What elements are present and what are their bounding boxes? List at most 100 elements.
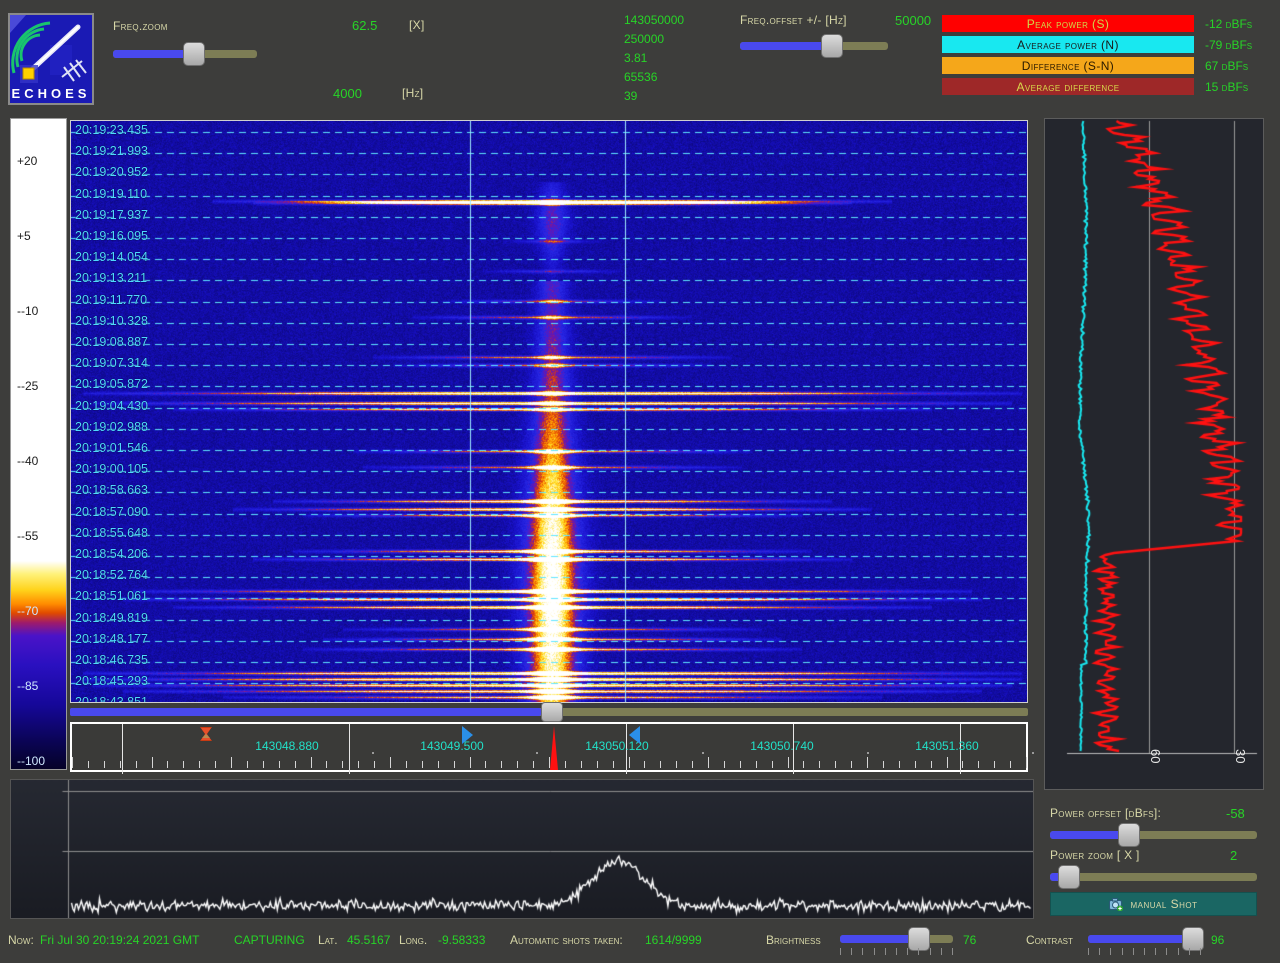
ruler-gridline — [349, 724, 350, 774]
waterfall-timestamp: 20:19:20.952 — [75, 165, 148, 179]
waterfall-slider-knob[interactable] — [541, 702, 563, 722]
ruler-tick — [676, 761, 677, 768]
spectrum-canvas — [11, 780, 1033, 918]
app-logo: ECHOES — [8, 13, 94, 105]
freq-zoom-value: 62.5 — [352, 18, 377, 33]
logo-label: ECHOES — [10, 86, 92, 101]
color-scale-tick: +20 — [17, 154, 37, 168]
waterfall-timestamp: 20:19:13.211 — [75, 271, 147, 285]
status-lat-value: 45.5167 — [347, 933, 390, 947]
power-offset-slider[interactable] — [1050, 831, 1257, 839]
ruler-frequency-label: 143051.360 — [915, 739, 978, 753]
freq-zoom-slider-knob[interactable] — [183, 42, 205, 66]
power-profile-canvas — [1045, 119, 1263, 789]
ruler-tick — [326, 761, 327, 768]
waterfall-timestamp: 20:18:43.851 — [75, 695, 148, 703]
ruler-tick — [835, 761, 836, 768]
ruler-tick — [931, 761, 932, 768]
ruler-tick — [152, 757, 153, 768]
slider-tick — [907, 948, 908, 955]
slider-tick — [1189, 948, 1190, 955]
contrast-slider-fill — [1088, 935, 1193, 943]
slider-tick — [1088, 948, 1089, 955]
freq-range-left-marker[interactable] — [462, 726, 473, 744]
power-zoom-slider[interactable] — [1050, 873, 1257, 881]
freq-zoom-slider-fill — [113, 50, 194, 58]
freq-zoom-slider[interactable] — [113, 50, 257, 58]
ruler-tick — [136, 761, 137, 768]
status-long-value: -9.58333 — [438, 933, 485, 947]
ruler-tick — [374, 761, 375, 768]
tuned-frequency-cursor[interactable] — [550, 726, 558, 770]
slider-tick — [1178, 948, 1179, 955]
power-offset-slider-knob[interactable] — [1118, 823, 1140, 847]
contrast-slider[interactable] — [1088, 935, 1201, 943]
ruler-frequency-label: 143049.500 — [420, 739, 483, 753]
ruler-tick — [215, 761, 216, 768]
waterfall-display[interactable]: 20:19:23.43520:19:21.99320:19:20.95220:1… — [70, 120, 1028, 703]
ruler-tick — [438, 761, 439, 768]
freq-offset-value: 50000 — [895, 13, 931, 28]
ruler-tick — [311, 757, 312, 768]
ruler-tick — [120, 761, 121, 768]
waterfall-position-slider[interactable] — [70, 708, 1028, 716]
power-offset-label: Power offset [dBfs]: — [1050, 806, 1161, 820]
status-state: CAPTURING — [234, 933, 305, 947]
freq-range-right-marker[interactable] — [629, 726, 640, 744]
ruler-tick — [772, 761, 773, 768]
ruler-tick — [454, 761, 455, 768]
waterfall-timestamp: 20:18:51.061 — [75, 589, 148, 603]
ruler-tick — [740, 761, 741, 768]
ruler-dot — [372, 752, 374, 754]
power-offset-slider-fill — [1050, 831, 1129, 839]
status-lat-label: Lat. — [318, 933, 338, 947]
ruler-dot — [867, 752, 869, 754]
freq-zoom-hz-value: 4000 — [333, 86, 362, 101]
waterfall-timestamp: 20:18:45.293 — [75, 674, 148, 688]
freq-offset-slider-knob[interactable] — [821, 34, 843, 58]
param-value: 65536 — [624, 70, 657, 84]
ruler-frequency-label: 143048.880 — [255, 739, 318, 753]
echoes-main-window: ECHOES Freq.zoom 62.5 [X] 4000 [Hz] Cent… — [0, 0, 1280, 963]
waterfall-timestamp: 20:19:00.105 — [75, 462, 148, 476]
slider-tick — [1200, 948, 1201, 955]
ruler-tick — [851, 761, 852, 768]
color-scale-tick: +5 — [17, 229, 31, 243]
freq-offset-slider[interactable] — [740, 42, 888, 50]
color-scale-tick: --10 — [17, 304, 38, 318]
power-zoom-label: Power zoom [ X ] — [1050, 848, 1140, 862]
freq-zoom-label: Freq.zoom — [113, 19, 168, 33]
power-zoom-slider-knob[interactable] — [1058, 865, 1080, 889]
ruler-tick — [342, 761, 343, 768]
power-profile-xlabel-30: 30 — [1233, 749, 1248, 763]
waterfall-canvas[interactable] — [71, 121, 1027, 702]
waterfall-timestamp: 20:18:48.177 — [75, 632, 148, 646]
ruler-tick — [788, 757, 789, 768]
slider-tick — [1110, 948, 1111, 955]
ruler-tick — [613, 761, 614, 768]
slider-tick — [851, 948, 852, 955]
waterfall-timestamp: 20:18:54.206 — [75, 547, 148, 561]
slider-tick — [941, 948, 942, 955]
manual-shot-button[interactable]: manual Shot — [1050, 892, 1257, 916]
color-scale-tick: --85 — [17, 679, 38, 693]
color-scale-tick: --40 — [17, 454, 38, 468]
status-now-label: Now: — [8, 933, 34, 947]
waterfall-timestamp: 20:19:10.328 — [75, 314, 148, 328]
waterfall-timestamp: 20:18:49.819 — [75, 611, 148, 625]
power-bar-value: 15 dBFs — [1205, 80, 1275, 94]
slider-tick — [1133, 948, 1134, 955]
spectrum-plot: -30 -60 — [10, 779, 1034, 919]
ruler-tick — [962, 761, 963, 768]
brightness-ticks — [840, 948, 953, 955]
brightness-slider[interactable] — [840, 935, 953, 943]
ruler-gridline — [122, 724, 123, 774]
param-value: 3.81 — [624, 51, 647, 65]
frequency-ruler[interactable]: 143048.880143049.500143050.120143050.740… — [70, 722, 1028, 772]
waterfall-timestamp: 20:19:07.314 — [75, 356, 148, 370]
hourglass-icon — [199, 726, 213, 742]
param-value: 250000 — [624, 32, 664, 46]
color-scale-legend: +20+5--10--25--40--55--70--85--100 — [10, 118, 67, 770]
waterfall-timestamp: 20:19:04.430 — [75, 399, 148, 413]
ruler-tick — [88, 761, 89, 768]
